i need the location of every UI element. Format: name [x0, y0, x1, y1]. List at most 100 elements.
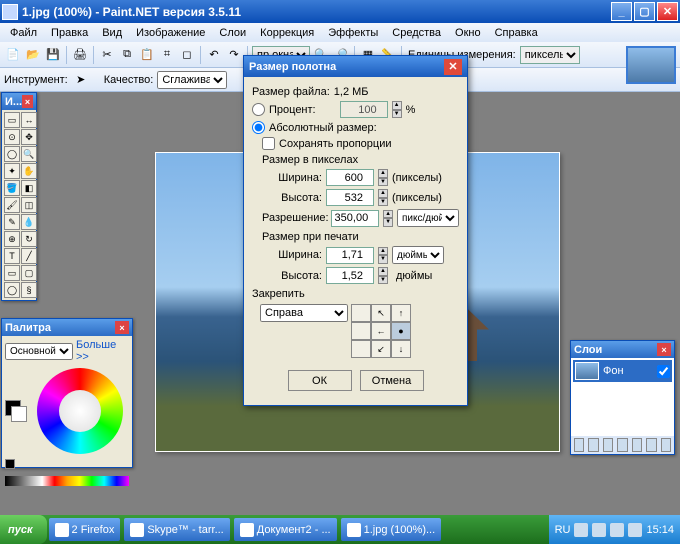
- tool-eraser[interactable]: ◫: [21, 197, 37, 213]
- anchor-grid[interactable]: ↖↑ ←● ↙↓: [351, 304, 411, 358]
- clock[interactable]: 15:14: [646, 524, 674, 536]
- tool-picker[interactable]: 💧: [21, 214, 37, 230]
- menu-help[interactable]: Справка: [489, 25, 544, 41]
- tool-ellipse-select[interactable]: ◯: [4, 146, 20, 162]
- width-in-spinner[interactable]: ▲▼: [378, 247, 388, 264]
- tool-brush[interactable]: 🖌: [4, 197, 20, 213]
- tool-zoom[interactable]: 🔍: [21, 146, 37, 162]
- print-button[interactable]: 🖨: [71, 46, 89, 64]
- tool-move[interactable]: ↔: [21, 112, 37, 128]
- menu-adjust[interactable]: Коррекция: [254, 25, 320, 41]
- current-tool-icon[interactable]: ➤: [72, 71, 90, 89]
- res-spinner[interactable]: ▲▼: [383, 210, 393, 227]
- layer-row-bg[interactable]: Фон: [573, 360, 672, 382]
- tool-pan[interactable]: ✋: [21, 163, 37, 179]
- tool-bucket[interactable]: 🪣: [4, 180, 20, 196]
- menu-tools[interactable]: Средства: [386, 25, 447, 41]
- crop-button[interactable]: ⌗: [158, 46, 176, 64]
- menu-image[interactable]: Изображение: [130, 25, 211, 41]
- tool-pencil[interactable]: ✎: [4, 214, 20, 230]
- height-px-spinner[interactable]: ▲▼: [378, 189, 388, 206]
- menu-edit[interactable]: Правка: [45, 25, 94, 41]
- cancel-button[interactable]: Отмена: [360, 370, 424, 391]
- tools-panel-close[interactable]: ×: [22, 95, 33, 108]
- anchor-combo[interactable]: Справа: [260, 304, 348, 322]
- task-paintnet[interactable]: 1.jpg (100%)...: [341, 518, 442, 541]
- tool-text[interactable]: T: [4, 248, 20, 264]
- menu-layers[interactable]: Слои: [213, 25, 252, 41]
- layer-down-button[interactable]: [646, 438, 656, 452]
- lang-indicator[interactable]: RU: [555, 524, 571, 536]
- layer-dup-button[interactable]: [603, 438, 613, 452]
- menu-file[interactable]: Файл: [4, 25, 43, 41]
- res-input[interactable]: [331, 210, 379, 227]
- task-word[interactable]: Документ2 - ...: [234, 518, 337, 541]
- tray-icon-4[interactable]: [628, 523, 642, 537]
- res-unit-combo[interactable]: пикс/дюйм: [397, 209, 459, 227]
- copy-button[interactable]: ⧉: [118, 46, 136, 64]
- height-in-input[interactable]: [326, 267, 374, 284]
- layer-merge-button[interactable]: [617, 438, 627, 452]
- tool-freeform[interactable]: §: [21, 282, 37, 298]
- color-spectrum[interactable]: [5, 476, 129, 486]
- tray-icon-3[interactable]: [610, 523, 624, 537]
- open-button[interactable]: 📂: [24, 46, 42, 64]
- task-firefox[interactable]: 2 Firefox: [49, 518, 121, 541]
- tool-ellipse[interactable]: ◯: [4, 282, 20, 298]
- width-px-spinner[interactable]: ▲▼: [378, 169, 388, 186]
- system-tray[interactable]: RU 15:14: [549, 515, 680, 544]
- minimize-button[interactable]: _: [611, 2, 632, 21]
- maximize-button[interactable]: ▢: [634, 2, 655, 21]
- width-in-unit[interactable]: дюймы: [392, 246, 444, 264]
- start-button[interactable]: пуск: [0, 515, 47, 544]
- keep-ratio-checkbox[interactable]: [262, 137, 275, 150]
- tool-rect[interactable]: ▭: [4, 265, 20, 281]
- height-in-spinner[interactable]: ▲▼: [378, 267, 388, 284]
- tray-icon-1[interactable]: [574, 523, 588, 537]
- percent-radio[interactable]: [252, 103, 265, 116]
- palette-close[interactable]: ×: [115, 321, 129, 334]
- height-px-input[interactable]: [326, 189, 374, 206]
- new-button[interactable]: 📄: [4, 46, 22, 64]
- menu-window[interactable]: Окно: [449, 25, 487, 41]
- layer-add-button[interactable]: [574, 438, 584, 452]
- color-swatch[interactable]: [5, 400, 27, 422]
- menu-effects[interactable]: Эффекты: [322, 25, 384, 41]
- tool-rectangle-select[interactable]: ▭: [4, 112, 20, 128]
- color-mode-combo[interactable]: Основной: [5, 343, 73, 360]
- tool-clone[interactable]: ⊕: [4, 231, 20, 247]
- layer-up-button[interactable]: [632, 438, 642, 452]
- tool-wand[interactable]: ✦: [4, 163, 20, 179]
- undo-button[interactable]: ↶: [205, 46, 223, 64]
- menu-view[interactable]: Вид: [96, 25, 128, 41]
- tool-gradient[interactable]: ◧: [21, 180, 37, 196]
- layer-props-button[interactable]: [661, 438, 671, 452]
- tool-recolor[interactable]: ↻: [21, 231, 37, 247]
- close-button[interactable]: ✕: [657, 2, 678, 21]
- document-thumbnail[interactable]: [626, 46, 676, 84]
- cut-button[interactable]: ✂: [98, 46, 116, 64]
- tool-move-sel[interactable]: ✥: [21, 129, 37, 145]
- tool-line[interactable]: ╱: [21, 248, 37, 264]
- tool-lasso[interactable]: ⊙: [4, 129, 20, 145]
- absolute-radio[interactable]: [252, 121, 265, 134]
- redo-button[interactable]: ↷: [225, 46, 243, 64]
- layers-close[interactable]: ×: [657, 343, 671, 356]
- layer-visible-checkbox[interactable]: [657, 365, 670, 378]
- deselect-button[interactable]: ◻: [178, 46, 196, 64]
- paste-button[interactable]: 📋: [138, 46, 156, 64]
- width-px-input[interactable]: [326, 169, 374, 186]
- dialog-close-button[interactable]: ✕: [444, 59, 462, 75]
- palette-more-button[interactable]: Больше >>: [76, 339, 129, 363]
- width-in-input[interactable]: [326, 247, 374, 264]
- quality-combo[interactable]: Сглажива...: [157, 71, 227, 89]
- ok-button[interactable]: ОК: [288, 370, 352, 391]
- tool-rrect[interactable]: ▢: [21, 265, 37, 281]
- units-combo[interactable]: пикселы: [520, 46, 580, 64]
- color-swap[interactable]: [5, 459, 19, 473]
- save-button[interactable]: 💾: [44, 46, 62, 64]
- tray-icon-2[interactable]: [592, 523, 606, 537]
- task-skype[interactable]: Skype™ - tarr...: [124, 518, 229, 541]
- layer-delete-button[interactable]: [588, 438, 598, 452]
- color-wheel[interactable]: [37, 368, 123, 454]
